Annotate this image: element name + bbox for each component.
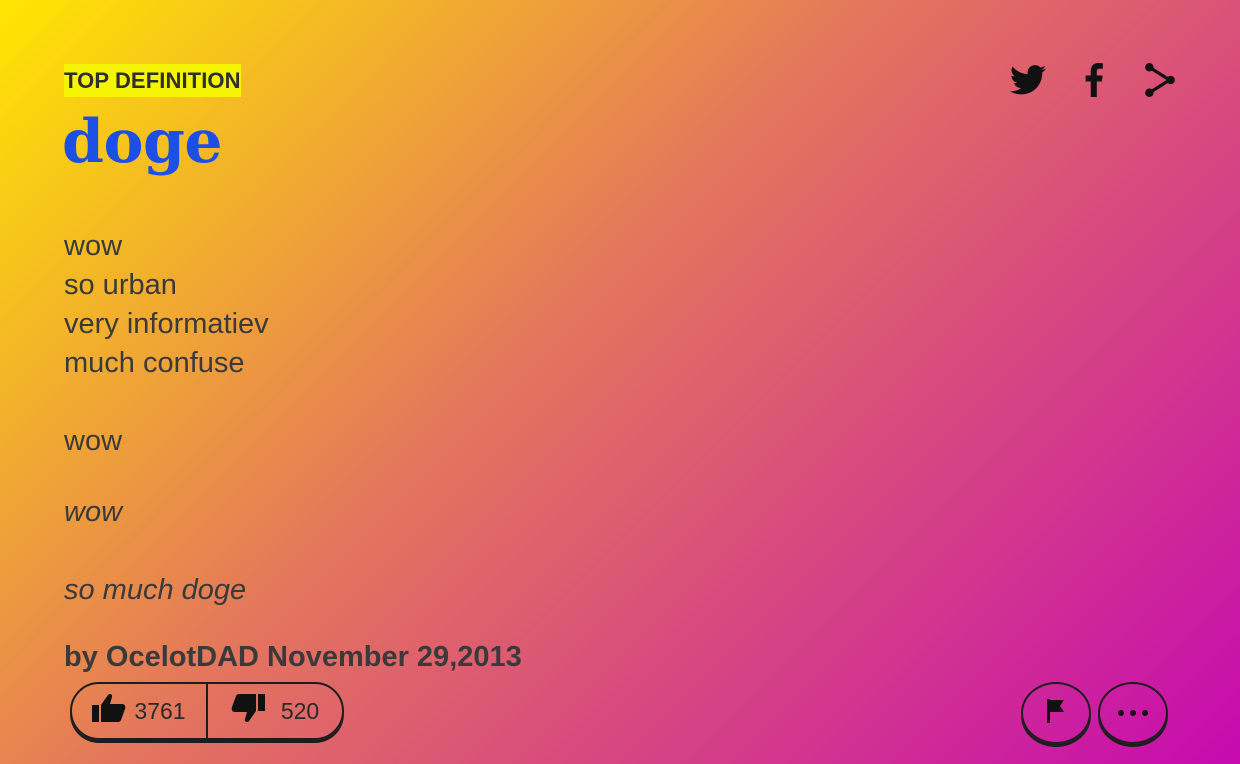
- upvote-button[interactable]: 3761: [72, 684, 208, 738]
- downvote-count: 520: [280, 697, 320, 724]
- twitter-icon[interactable]: [1008, 58, 1048, 102]
- share-bar: [1008, 58, 1180, 102]
- flag-button[interactable]: [1021, 682, 1091, 744]
- meaning-line: wow: [64, 425, 123, 457]
- contributor-line: by OcelotDAD November 29,2013: [64, 641, 522, 674]
- more-icon: [1117, 704, 1149, 722]
- meaning-spacer: [64, 383, 269, 422]
- by-label: by: [64, 641, 98, 673]
- top-definition-ribbon: TOP DEFINITION: [64, 64, 241, 97]
- upvote-count: 3761: [134, 697, 186, 724]
- meaning-line: wow: [64, 230, 123, 262]
- facebook-icon[interactable]: [1074, 58, 1114, 102]
- defined-word-link[interactable]: doge: [62, 112, 223, 172]
- vote-group: 3761 520: [70, 682, 344, 740]
- definition-example: wow so much doge: [64, 493, 246, 610]
- downvote-button[interactable]: 520: [208, 684, 342, 738]
- ribbon-label: TOP DEFINITION: [64, 67, 241, 93]
- more-options-button[interactable]: [1098, 682, 1168, 744]
- definition-meaning: wow so urban very informatiev much confuse w…: [64, 227, 269, 461]
- thumbs-up-icon: [92, 693, 126, 729]
- author-link[interactable]: OcelotDAD: [106, 641, 259, 673]
- example-line: wow: [64, 496, 123, 528]
- meaning-line: much confuse: [64, 347, 245, 379]
- example-line: so much doge: [64, 574, 247, 606]
- share-icon[interactable]: [1140, 58, 1180, 102]
- example-spacer: [64, 532, 246, 571]
- meaning-line: very informatiev: [64, 308, 269, 340]
- thumbs-down-icon: [231, 693, 265, 729]
- flag-icon: [1046, 698, 1066, 729]
- meaning-line: so urban: [64, 269, 177, 301]
- definition-card: TOP DEFINITION doge wow so urban very info…: [0, 0, 1240, 764]
- post-date: November 29,2013: [267, 641, 522, 673]
